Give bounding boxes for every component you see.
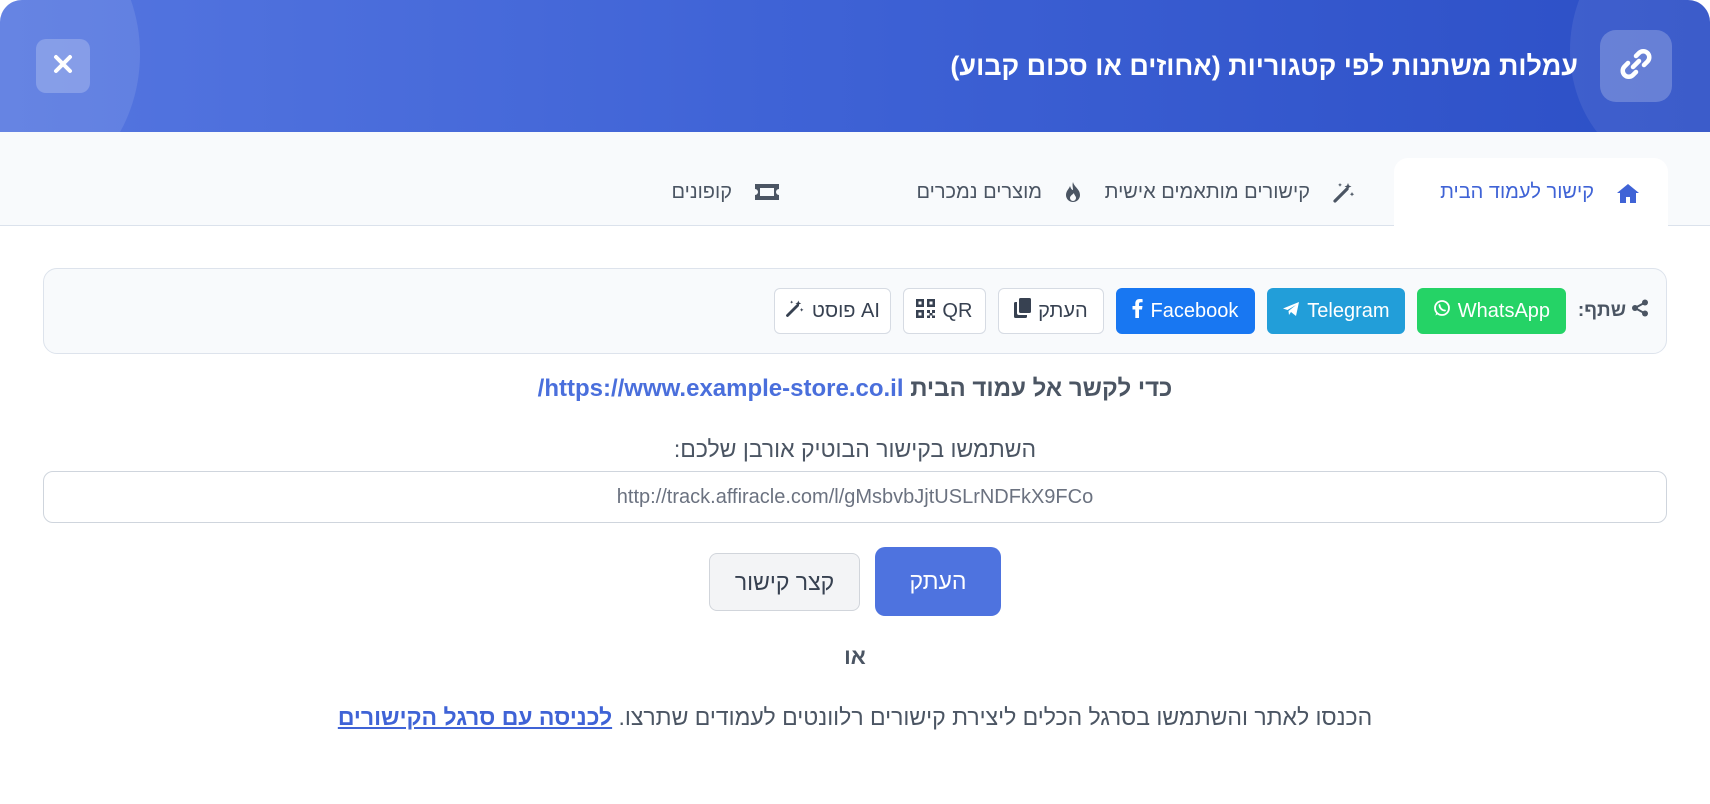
telegram-icon [1282,300,1300,323]
copy-label: העתק [1038,299,1088,322]
share-facebook-button[interactable]: Facebook [1115,288,1255,334]
toolbar-instructions-text: הכנסו לאתר והשתמשו בסרגל הכלים ליצירת קי… [618,704,1373,730]
qr-label: QR [942,299,973,322]
tab-label: קופונים [671,180,732,203]
tab-label: קישורים מותאמים אישית [1104,180,1310,203]
ticket-icon [754,182,780,202]
ai-post-label: פוסט AI [811,299,880,322]
copy-icon [1014,298,1032,324]
telegram-label: Telegram [1307,299,1390,322]
share-bar: שתף: WhatsApp Telegram Facebook העתק QR … [43,268,1667,354]
fire-icon [1064,181,1082,203]
share-whatsapp-button[interactable]: WhatsApp [1416,288,1566,334]
whatsapp-icon [1433,299,1451,323]
shorten-link-button[interactable]: קצר קישור [709,553,860,611]
tab-homepage-link[interactable]: קישור לעמוד הבית [1394,158,1668,227]
close-button[interactable] [36,39,90,93]
share-telegram-button[interactable]: Telegram [1266,288,1405,334]
tab-sold-products[interactable]: מוצרים נמכרים [917,158,1083,226]
home-icon [1616,182,1640,204]
tab-label: קישור לעמוד הבית [1440,181,1594,203]
homepage-url-link[interactable]: https://www.example-store.co.il/ [538,375,904,402]
share-copy-button[interactable]: העתק [997,288,1104,334]
homepage-text: כדי לקשר אל עמוד הבית [910,375,1173,402]
share-label: שתף: [1578,299,1649,323]
affiliate-link-field[interactable] [43,471,1667,523]
share-buttons-row: שתף: WhatsApp Telegram Facebook העתק QR … [773,288,1649,334]
header-link-badge [1600,30,1672,102]
affiliate-link-label: השתמשו בקישור הבוטיק אורבן שלכם: [673,436,1037,462]
magic-wand-icon [1332,180,1356,204]
link-icon [1619,47,1653,86]
facebook-icon [1132,298,1144,324]
or-separator: או [844,644,866,669]
share-qr-button[interactable]: QR [902,288,986,334]
share-label-text: שתף: [1577,300,1626,321]
tab-label: מוצרים נמכרים [916,180,1043,203]
tab-coupons[interactable]: קופונים [671,158,780,226]
facebook-label: Facebook [1150,299,1239,322]
share-icon [1631,299,1649,323]
qr-code-icon [916,298,936,324]
modal-header: עמלות משתנות לפי קטגוריות (אחוזים או סכו… [0,0,1710,132]
tab-custom-links[interactable]: קישורים מותאמים אישית [1105,158,1356,226]
share-links-modal: עמלות משתנות לפי קטגוריות (אחוזים או סכו… [0,0,1710,804]
close-icon [53,54,73,79]
whatsapp-label: WhatsApp [1457,299,1551,322]
copy-link-button[interactable]: העתק [875,547,1001,616]
magic-wand-icon [785,298,805,324]
toolbar-instructions: הכנסו לאתר והשתמשו בסרגל הכלים ליצירת קי… [0,704,1710,731]
tab-bar: קישור לעמוד הבית קישורים מותאמים אישית מ… [0,132,1710,227]
share-ai-post-button[interactable]: פוסט AI [773,288,891,334]
homepage-link-line: כדי לקשר אל עמוד הבית https://www.exampl… [0,375,1710,403]
modal-title: עמלות משתנות לפי קטגוריות (אחוזים או סכו… [950,51,1578,81]
toolbar-entry-link[interactable]: לכניסה עם סרגל הקישורים [338,704,612,730]
